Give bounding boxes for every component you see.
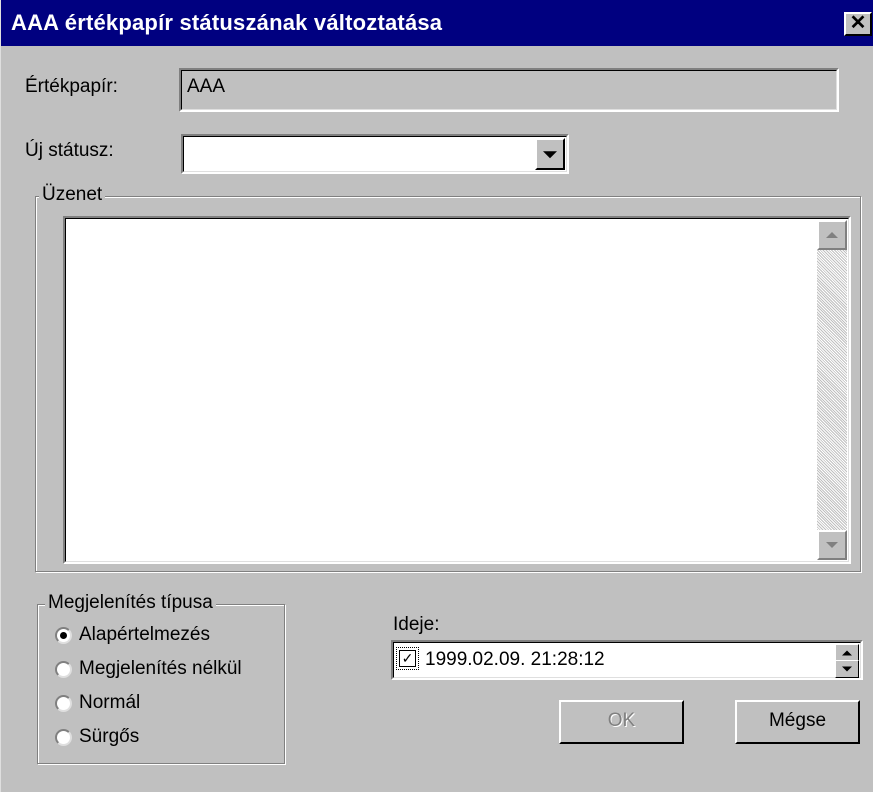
radio-button[interactable] <box>55 627 72 644</box>
security-label: Értékpapír: <box>25 76 118 97</box>
chevron-down-icon <box>543 151 557 159</box>
message-scrollbar[interactable] <box>817 220 847 560</box>
scroll-down-icon <box>826 542 838 548</box>
checkmark-icon: ✓ <box>401 650 414 666</box>
time-enable-checkbox[interactable]: ✓ <box>396 647 419 670</box>
new-status-dropdown-button[interactable] <box>535 138 565 170</box>
scroll-up-button[interactable] <box>817 220 847 250</box>
close-button[interactable]: ✕ <box>844 12 872 36</box>
time-decrement-button[interactable] <box>835 660 859 678</box>
radio-label-urgent: Sürgős <box>79 726 140 747</box>
radio-selected-dot <box>60 632 67 639</box>
time-picker[interactable]: ✓ 1999.02.09. 21:28:12 <box>391 640 863 680</box>
spin-up-icon <box>842 650 852 656</box>
close-icon: ✕ <box>849 12 867 34</box>
radio-button[interactable] <box>55 661 72 678</box>
time-value: 1999.02.09. 21:28:12 <box>425 649 605 670</box>
scroll-up-icon <box>826 232 838 238</box>
message-textarea[interactable] <box>63 216 851 564</box>
radio-label-default: Alapértelmezés <box>79 624 210 645</box>
security-field: AAA <box>179 68 839 112</box>
security-value: AAA <box>187 76 226 97</box>
time-label: Ideje: <box>393 614 440 635</box>
dialog-title: AAA értékpapír státuszának változtatása <box>11 10 443 35</box>
status-change-dialog: AAA értékpapír státuszának változtatása … <box>0 0 873 792</box>
display-type-group-title: Megjelenítés típusa <box>45 592 216 614</box>
radio-button[interactable] <box>55 695 72 712</box>
new-status-label: Új státusz: <box>25 140 114 161</box>
radio-label-normal: Normál <box>79 692 141 713</box>
title-bar[interactable]: AAA értékpapír státuszának változtatása … <box>1 0 873 46</box>
radio-label-no-display: Megjelenítés nélkül <box>79 658 242 679</box>
new-status-dropdown[interactable] <box>181 134 569 174</box>
message-group-title: Üzenet <box>39 184 106 206</box>
cancel-button[interactable]: Mégse <box>735 700 860 744</box>
spin-down-icon <box>842 666 852 672</box>
scroll-down-button[interactable] <box>817 530 847 560</box>
ok-button[interactable]: OK <box>559 700 684 744</box>
radio-button[interactable] <box>55 729 72 746</box>
